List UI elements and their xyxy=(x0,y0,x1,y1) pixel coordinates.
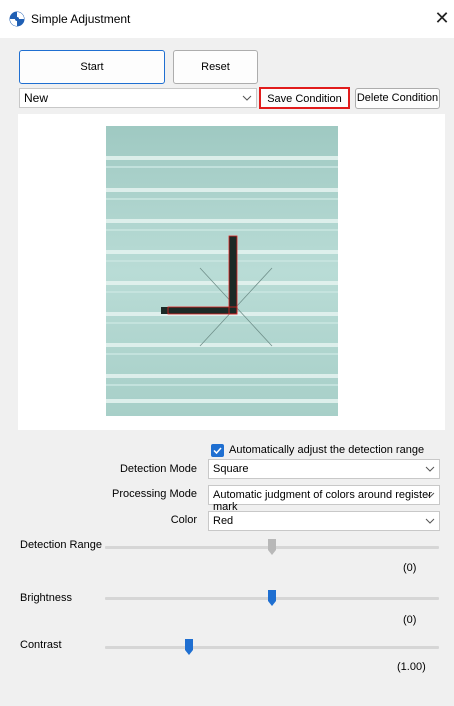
processing-mode-value: Automatic judgment of colors around regi… xyxy=(213,489,432,513)
camera-image xyxy=(106,126,338,416)
brightness-slider[interactable] xyxy=(268,590,276,606)
contrast-track xyxy=(105,646,439,649)
camera-preview-panel xyxy=(18,114,445,430)
auto-adjust-label: Automatically adjust the detection range xyxy=(229,444,425,456)
close-icon[interactable]: ✕ xyxy=(432,8,452,28)
brightness-readout: (0) xyxy=(403,614,417,626)
chevron-down-icon xyxy=(242,95,252,101)
delete-condition-button[interactable]: Delete Condition xyxy=(355,88,440,109)
reset-button[interactable]: Reset xyxy=(173,50,258,84)
chevron-down-icon xyxy=(425,466,435,472)
contrast-slider[interactable] xyxy=(185,639,193,655)
detection-range-readout: (0) xyxy=(403,562,417,574)
processing-mode-select[interactable]: Automatic judgment of colors around regi… xyxy=(208,485,440,513)
title-bar: Simple Adjustment ✕ xyxy=(0,0,454,38)
detection-mode-value: Square xyxy=(213,463,249,475)
auto-adjust-checkbox[interactable] xyxy=(211,444,224,457)
detection-mode-select[interactable]: Square xyxy=(208,459,440,479)
color-label: Color xyxy=(170,514,197,526)
checkmark-icon xyxy=(213,447,222,455)
condition-select[interactable]: New xyxy=(19,88,257,108)
app-logo-icon xyxy=(9,11,25,27)
window-title: Simple Adjustment xyxy=(31,12,131,26)
contrast-readout: (1.00) xyxy=(397,661,426,673)
detection-range-slider[interactable] xyxy=(268,539,276,555)
contrast-label: Contrast xyxy=(20,639,62,651)
condition-select-value: New xyxy=(24,91,49,105)
processing-mode-label: Processing Mode xyxy=(112,488,197,500)
save-condition-button[interactable]: Save Condition xyxy=(259,87,350,109)
chevron-down-icon xyxy=(425,518,435,524)
color-value: Red xyxy=(213,515,234,527)
start-button[interactable]: Start xyxy=(19,50,165,84)
detection-mode-label: Detection Mode xyxy=(119,463,197,475)
brightness-label: Brightness xyxy=(20,592,72,604)
color-select[interactable]: Red xyxy=(208,511,440,531)
chevron-down-icon xyxy=(425,492,435,498)
detection-range-label: Detection Range xyxy=(20,539,102,551)
